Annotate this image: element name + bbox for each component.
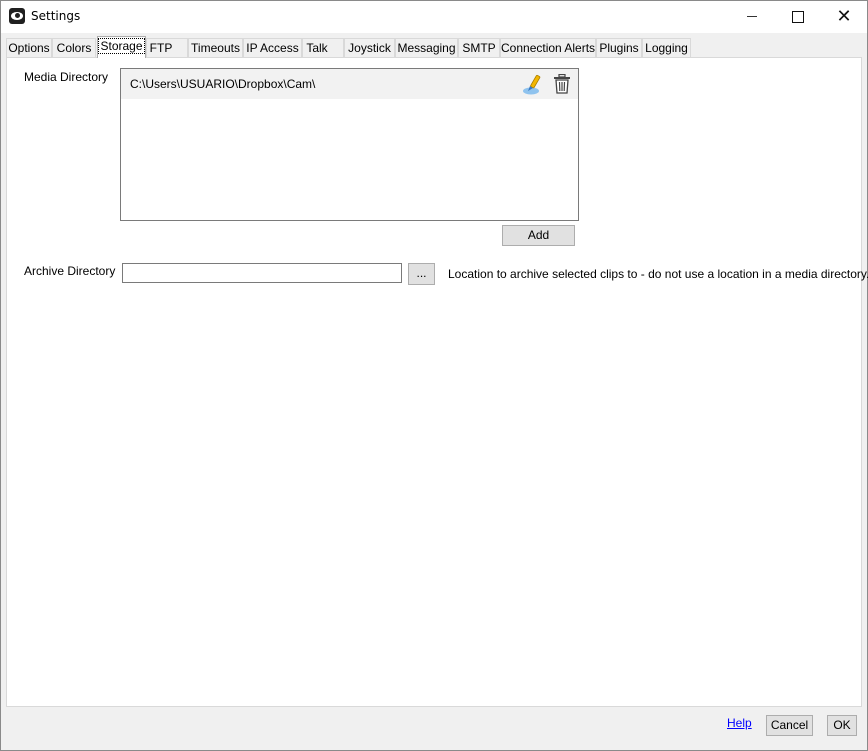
browse-button[interactable]: ...	[408, 263, 435, 285]
media-directory-label: Media Directory	[24, 70, 109, 84]
tab-joystick[interactable]: Joystick	[344, 38, 395, 57]
eye-icon	[9, 8, 25, 24]
tab-ftp[interactable]: FTP	[146, 38, 188, 57]
media-directory-path: C:\Users\USUARIO\Dropbox\Cam\	[130, 77, 316, 91]
archive-hint: Location to archive selected clips to - …	[448, 267, 868, 281]
media-directory-list[interactable]: C:\Users\USUARIO\Dropbox\Cam\	[120, 68, 579, 221]
window-title: Settings	[31, 9, 81, 23]
add-button[interactable]: Add	[502, 225, 575, 246]
settings-window: Settings ✕ Options Colors Storage FTP Ti…	[0, 0, 868, 751]
tab-colors[interactable]: Colors	[52, 38, 96, 57]
list-item[interactable]: C:\Users\USUARIO\Dropbox\Cam\	[121, 69, 578, 99]
tab-storage[interactable]: Storage	[97, 36, 146, 58]
tab-logging[interactable]: Logging	[642, 38, 691, 57]
minimize-button[interactable]	[729, 1, 775, 32]
tab-options[interactable]: Options	[6, 38, 52, 57]
tab-smtp[interactable]: SMTP	[458, 38, 500, 57]
trash-icon[interactable]	[553, 74, 571, 94]
tab-plugins[interactable]: Plugins	[596, 38, 642, 57]
close-button[interactable]: ✕	[821, 1, 867, 32]
tab-timeouts[interactable]: Timeouts	[188, 38, 243, 57]
maximize-button[interactable]	[775, 1, 821, 32]
tab-talk[interactable]: Talk	[302, 38, 344, 57]
edit-icon[interactable]	[522, 74, 544, 96]
title-bar[interactable]: Settings ✕	[1, 1, 867, 33]
ok-button[interactable]: OK	[827, 715, 857, 736]
tab-messaging[interactable]: Messaging	[395, 38, 458, 57]
cancel-button[interactable]: Cancel	[766, 715, 813, 736]
tab-ip-access[interactable]: IP Access	[243, 38, 302, 57]
help-link[interactable]: Help	[727, 716, 752, 730]
settings-tabs: Options Colors Storage FTP Timeouts IP A…	[6, 36, 866, 58]
tab-connection-alerts[interactable]: Connection Alerts	[500, 38, 596, 57]
storage-panel: Media Directory C:\Users\USUARIO\Dropbox…	[6, 57, 868, 707]
archive-directory-input[interactable]	[122, 263, 402, 283]
archive-directory-label: Archive Directory	[24, 264, 116, 278]
